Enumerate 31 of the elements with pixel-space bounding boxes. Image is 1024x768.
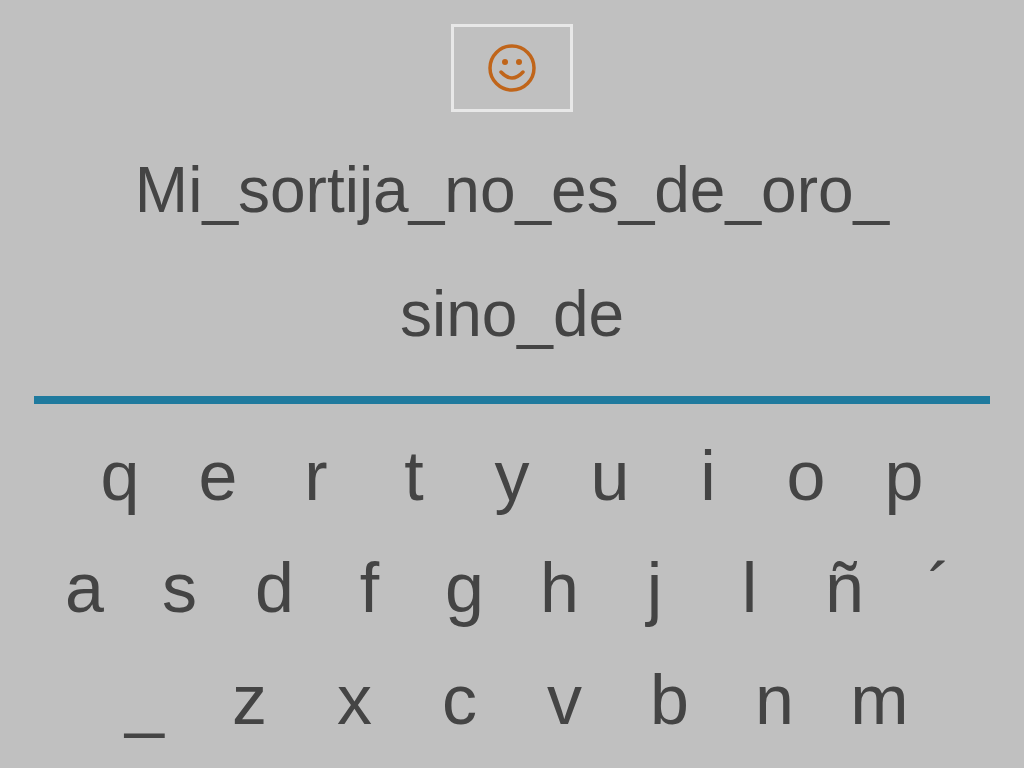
smiley-icon [486, 42, 538, 94]
key-button[interactable]: m [827, 644, 932, 756]
prompt-text: Mi_sortija_no_es_de_oro_ [134, 153, 890, 228]
key-button[interactable]: x [302, 644, 407, 756]
key-button[interactable]: h [512, 532, 607, 644]
key-button[interactable]: j [607, 532, 702, 644]
key-button[interactable]: v [512, 644, 617, 756]
key-button[interactable]: r [267, 420, 365, 532]
key-button[interactable]: u [561, 420, 659, 532]
key-button[interactable]: f [322, 532, 417, 644]
key-button[interactable]: ´ [892, 532, 987, 644]
key-button[interactable]: c [407, 644, 512, 756]
key-button[interactable]: o [757, 420, 855, 532]
key-button[interactable]: e [169, 420, 267, 532]
key-button[interactable]: a [37, 532, 132, 644]
prompt-text: sino_de [399, 277, 625, 352]
key-button[interactable]: z [197, 644, 302, 756]
key-button[interactable]: b [617, 644, 722, 756]
key-button[interactable]: q [71, 420, 169, 532]
key-button[interactable]: l [702, 532, 797, 644]
key-button[interactable]: n [722, 644, 827, 756]
key-button[interactable]: y [463, 420, 561, 532]
key-button[interactable]: ñ [797, 532, 892, 644]
key-button[interactable]: g [417, 532, 512, 644]
key-button[interactable]: _ [92, 644, 197, 756]
key-button[interactable]: s [132, 532, 227, 644]
key-button[interactable]: d [227, 532, 322, 644]
key-button[interactable]: p [855, 420, 953, 532]
hint-box[interactable] [451, 24, 573, 112]
key-button[interactable]: i [659, 420, 757, 532]
key-button[interactable]: t [365, 420, 463, 532]
